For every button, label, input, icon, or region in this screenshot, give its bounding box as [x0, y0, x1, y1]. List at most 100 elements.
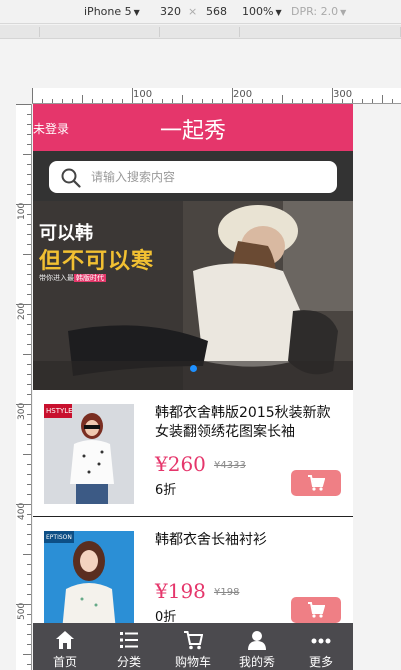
ruler-tick: [27, 424, 31, 425]
carousel-dot-active[interactable]: [189, 365, 197, 372]
ruler-tick: [27, 334, 31, 335]
devtools-device-bar: iPhone 5 ▼ 320 × 568 100% ▼ DPR: 2.0 ▼: [0, 0, 401, 24]
ruler-label: 100: [17, 202, 27, 220]
user-icon: [248, 631, 266, 650]
ruler-tick: [302, 99, 303, 103]
ruler-tick: [27, 484, 31, 485]
ruler-tick: [262, 99, 263, 103]
ruler-tick: [112, 99, 113, 103]
tab-label: 购物车: [174, 655, 211, 669]
tab-more[interactable]: 更多: [289, 623, 353, 670]
ruler-label: 400: [17, 502, 27, 520]
cart-icon: [308, 602, 325, 618]
ruler-tick: [27, 314, 31, 315]
ruler-tick: [16, 404, 31, 405]
ruler-tick: [182, 95, 183, 103]
ruler-tick: [27, 574, 31, 575]
ruler-tick: [52, 99, 53, 103]
tab-cart[interactable]: 购物车: [161, 623, 225, 670]
search-icon: [61, 168, 81, 188]
ruler-tick: [27, 564, 31, 565]
ruler-tick: [27, 124, 31, 125]
ruler-tick: [16, 104, 31, 105]
brand-tag: HSTYLE: [46, 407, 73, 415]
ruler-tick: [322, 99, 323, 103]
ruler-tick: [23, 354, 31, 355]
ruler-tick: [382, 95, 383, 103]
brand-tag: EPTISON: [46, 534, 72, 541]
ruler-tick: [27, 174, 31, 175]
search-bar: [33, 151, 353, 201]
ruler-tick: [192, 99, 193, 103]
product-card[interactable]: HSTYLE 韩都衣舍韩版2015秋装新款女装翻领绣花图案长袖 ¥260 ¥43…: [33, 390, 353, 517]
list-icon: [120, 632, 138, 648]
tab-label: 分类: [116, 655, 141, 669]
ruler-tick: [32, 88, 33, 103]
ruler-tick: [362, 99, 363, 103]
horizontal-ruler: 100 200 300: [32, 88, 401, 104]
add-to-cart-button[interactable]: [291, 597, 341, 623]
ruler-tick: [27, 274, 31, 275]
ruler-tick: [162, 99, 163, 103]
ruler-tick: [102, 99, 103, 103]
ruler-tick: [27, 544, 31, 545]
product-image[interactable]: EPTISON: [44, 531, 134, 631]
tab-category[interactable]: 分类: [97, 623, 161, 670]
ruler-tick: [152, 99, 153, 103]
banner-line-3: 带你进入最 韩版时代: [39, 274, 106, 282]
ruler-tick: [82, 95, 83, 103]
zoom-select[interactable]: 100% ▼: [242, 5, 282, 18]
ruler-tick: [27, 494, 31, 495]
ruler-label: 300: [17, 402, 27, 420]
ruler-tick: [27, 234, 31, 235]
search-box[interactable]: [49, 161, 337, 193]
dpr-select[interactable]: DPR: 2.0 ▼: [291, 5, 346, 18]
product-price: ¥260: [155, 452, 206, 476]
app-title: 一起秀: [159, 119, 226, 144]
product-original-price: ¥198: [214, 587, 240, 598]
add-to-cart-button[interactable]: [291, 470, 341, 496]
tab-home[interactable]: 首页: [33, 623, 97, 670]
ruler-tick: [27, 284, 31, 285]
tab-label: 首页: [52, 655, 77, 669]
ruler-tick: [222, 99, 223, 103]
ruler-tick: [27, 434, 31, 435]
ruler-tick: [23, 254, 31, 255]
tab-my-show[interactable]: 我的秀: [225, 623, 289, 670]
ruler-tick: [27, 384, 31, 385]
ruler-tick: [27, 374, 31, 375]
ruler-tick: [27, 344, 31, 345]
ruler-tick: [27, 664, 31, 665]
ruler-tick: [27, 134, 31, 135]
ruler-tick: [27, 264, 31, 265]
ruler-tick: [252, 99, 253, 103]
width-input[interactable]: 320: [160, 5, 181, 18]
search-input[interactable]: [91, 167, 321, 187]
product-name[interactable]: 韩都衣舍长袖衬衫: [155, 531, 343, 550]
height-input[interactable]: 568: [206, 5, 227, 18]
product-image[interactable]: HSTYLE: [44, 404, 134, 504]
ruler-tick: [16, 304, 31, 305]
ruler-tick: [27, 534, 31, 535]
ruler-tick: [332, 88, 333, 103]
ruler-label: 200: [17, 302, 27, 320]
ruler-tick: [372, 99, 373, 103]
promo-banner[interactable]: 可以韩 但不可以寒 带你进入最 韩版时代: [33, 201, 353, 390]
bottom-tab-bar: 首页 分类 购物车 我的秀 更多: [33, 623, 353, 670]
ruler-tick: [27, 644, 31, 645]
cart-icon: [308, 475, 325, 491]
product-name[interactable]: 韩都衣舍韩版2015秋装新款女装翻领绣花图案长袖: [155, 404, 343, 442]
device-select[interactable]: iPhone 5 ▼: [84, 5, 140, 18]
ruler-tick: [23, 554, 31, 555]
ruler-tick: [352, 99, 353, 103]
ruler-tick: [132, 88, 133, 103]
ruler-tick: [23, 654, 31, 655]
ruler-tick: [27, 184, 31, 185]
ruler-tick: [27, 514, 31, 515]
ruler-tick: [27, 394, 31, 395]
ruler-tick: [27, 164, 31, 165]
tab-label: 更多: [308, 655, 333, 669]
banner-line-2: 但不可以寒: [39, 248, 155, 274]
ruler-tick: [292, 99, 293, 103]
ruler-tick: [202, 99, 203, 103]
